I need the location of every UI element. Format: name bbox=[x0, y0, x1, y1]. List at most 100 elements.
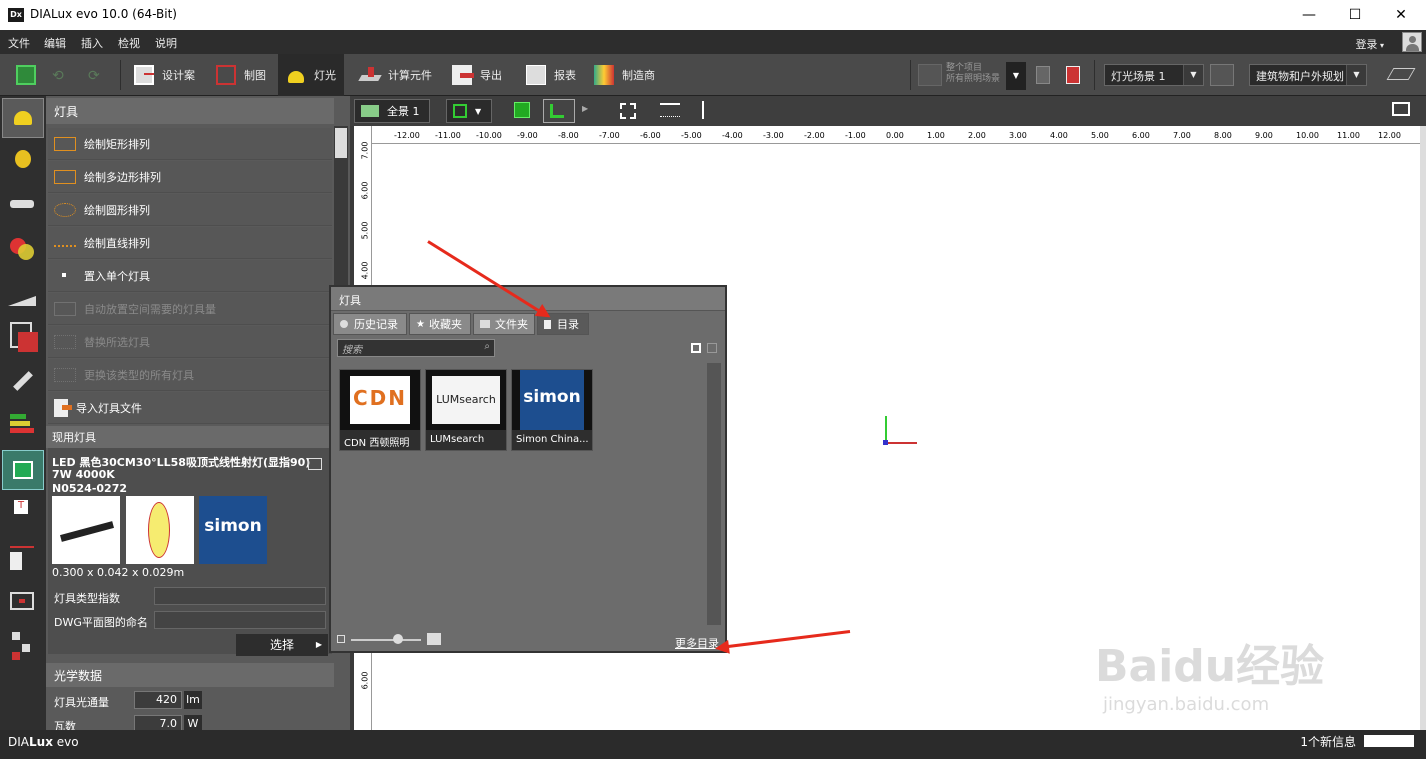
planning-mode-select[interactable]: 建筑物和户外规划 ▼ bbox=[1249, 64, 1367, 86]
delete-results-icon[interactable] bbox=[1036, 66, 1050, 84]
catalog-scrollbar[interactable] bbox=[707, 363, 721, 625]
action-single-luminaire[interactable]: 置入单个灯具 bbox=[48, 260, 332, 292]
menu-file[interactable]: 文件 bbox=[8, 35, 30, 51]
bulb-icon[interactable] bbox=[2, 142, 44, 182]
calc-settings-icon[interactable] bbox=[1066, 66, 1080, 84]
l-shape-icon bbox=[550, 104, 564, 118]
luminaire-catalog-dialog: 灯具 历史记录 ★ 收藏夹 文件夹 目录 搜索 ⌕ CDN CDN 西顿照明 LUM… bbox=[329, 285, 727, 653]
3d-solid-icon[interactable] bbox=[514, 102, 530, 118]
tab-history[interactable]: 历史记录 bbox=[333, 313, 407, 335]
room-select-icon[interactable] bbox=[2, 318, 44, 358]
aim-luminaire-icon[interactable] bbox=[2, 186, 44, 226]
floor-plan-mode-button[interactable]: ▼ bbox=[446, 99, 492, 123]
axis-icon[interactable] bbox=[702, 101, 704, 119]
menu-edit[interactable]: 编辑 bbox=[44, 35, 66, 51]
grid-view-icon[interactable] bbox=[691, 343, 701, 353]
calc-scope-dropdown[interactable]: ▼ bbox=[1006, 62, 1026, 90]
wireframe-icon[interactable] bbox=[543, 99, 575, 123]
login-menu[interactable]: 登录 bbox=[1355, 36, 1384, 52]
more-catalogs-link[interactable]: 更多目录 bbox=[675, 635, 719, 651]
dimension-line-icon[interactable] bbox=[2, 538, 44, 578]
dimming-icon[interactable] bbox=[2, 274, 44, 314]
report-icon bbox=[526, 65, 546, 85]
luminaire-code: N0524-0272 bbox=[52, 482, 128, 495]
hierarchy-icon[interactable] bbox=[2, 626, 44, 666]
light-scene-select[interactable]: 灯光场景 1 ▼ bbox=[1104, 64, 1204, 86]
type-index-label: 灯具类型指数 bbox=[54, 592, 120, 605]
ruler-tick-label: -5.00 bbox=[681, 131, 702, 140]
select-luminaire-button[interactable]: 选择 ▶ bbox=[236, 634, 328, 656]
ruler-tick-label: 1.00 bbox=[927, 131, 945, 140]
text-label-icon[interactable]: T bbox=[2, 494, 44, 534]
left-tool-strip: T bbox=[0, 96, 46, 730]
action-polygon-arrangement[interactable]: 绘制多边形排列 bbox=[48, 161, 332, 193]
view-frame-icon[interactable] bbox=[2, 582, 44, 622]
simon-logo: simon bbox=[199, 496, 267, 564]
action-line-arrangement[interactable]: 绘制直线排列 bbox=[48, 227, 332, 259]
luminaire-panel: 灯具 绘制矩形排列 绘制多边形排列 绘制圆形排列 绘制直线排列 置入单个灯具 自… bbox=[46, 96, 350, 733]
tab-folders[interactable]: 文件夹 bbox=[473, 313, 535, 335]
close-button[interactable]: ✕ bbox=[1378, 0, 1424, 30]
tab-history-label: 历史记录 bbox=[354, 318, 398, 331]
scroll-thumb[interactable] bbox=[335, 128, 347, 158]
undo-icon[interactable]: ⟲ bbox=[52, 68, 64, 84]
luminous-flux-value: 420 bbox=[134, 691, 182, 709]
slider-handle[interactable] bbox=[393, 634, 403, 644]
new-message-notice[interactable]: 1个新信息 bbox=[1300, 733, 1356, 750]
display-settings-icon[interactable] bbox=[1392, 102, 1410, 116]
ruler-tick-label: 7.00 bbox=[360, 141, 370, 160]
ruler-tick-label: -6.00 bbox=[640, 131, 661, 140]
catalog-card-simon[interactable]: simon Simon China... bbox=[511, 369, 593, 451]
start-calculation-icon[interactable] bbox=[918, 64, 942, 86]
ground-plane-icon[interactable] bbox=[1386, 68, 1416, 80]
tab-favorites[interactable]: ★ 收藏夹 bbox=[409, 313, 471, 335]
catalog-card-cdn[interactable]: CDN CDN 西顿照明 bbox=[339, 369, 421, 451]
menu-help[interactable]: 说明 bbox=[155, 35, 177, 51]
user-avatar-icon[interactable] bbox=[1402, 32, 1422, 52]
viewport-scrollbar[interactable] bbox=[1420, 126, 1426, 730]
dwg-name-input[interactable] bbox=[154, 611, 326, 629]
wrench-icon[interactable] bbox=[2, 362, 44, 402]
lumsearch-logo: LUMsearch bbox=[426, 370, 506, 430]
dwg-name-label: DWG平面图的命名 bbox=[54, 616, 148, 629]
floor-plan-icon bbox=[453, 104, 467, 118]
tab-light[interactable]: 灯光 bbox=[278, 54, 344, 96]
menu-view[interactable]: 检视 bbox=[118, 35, 140, 51]
action-rect-arrangement[interactable]: 绘制矩形排列 bbox=[48, 128, 332, 160]
action-circle-arrangement[interactable]: 绘制圆形排列 bbox=[48, 194, 332, 226]
tab-export[interactable]: 导出 bbox=[444, 54, 510, 96]
ruler-tick-label: -8.00 bbox=[558, 131, 579, 140]
action-label: 绘制直线排列 bbox=[84, 236, 150, 250]
light-color-icon[interactable] bbox=[2, 230, 44, 270]
type-index-input[interactable] bbox=[154, 587, 326, 605]
tab-calc[interactable]: 计算元件 bbox=[352, 54, 440, 96]
measure-icon[interactable] bbox=[660, 103, 680, 117]
folder-icon bbox=[480, 320, 490, 328]
menu-insert[interactable]: 插入 bbox=[81, 35, 103, 51]
energy-icon[interactable] bbox=[2, 406, 44, 446]
chevron-right-icon[interactable]: ▶ bbox=[582, 104, 588, 113]
luminaire-tool-icon[interactable] bbox=[2, 98, 44, 138]
history-icon bbox=[340, 320, 348, 328]
tab-drawing[interactable]: 制图 bbox=[208, 54, 274, 96]
tab-manufacturer[interactable]: 制造商 bbox=[586, 54, 663, 96]
list-view-icon[interactable] bbox=[707, 343, 717, 353]
tab-report[interactable]: 报表 bbox=[518, 54, 584, 96]
action-import-file[interactable]: 导入灯具文件 bbox=[48, 392, 332, 424]
maximize-button[interactable]: ☐ bbox=[1332, 0, 1378, 30]
ruler-tick-label: -12.00 bbox=[394, 131, 420, 140]
emergency-light-icon[interactable] bbox=[2, 450, 44, 490]
tab-calc-label: 计算元件 bbox=[388, 69, 432, 82]
tab-design[interactable]: 设计案 bbox=[126, 54, 203, 96]
redo-icon[interactable]: ⟳ bbox=[88, 68, 100, 84]
view-select-button[interactable]: 全景 1 bbox=[354, 99, 430, 123]
catalog-card-lumsearch[interactable]: LUMsearch LUMsearch bbox=[425, 369, 507, 451]
thumbnail-size-slider[interactable] bbox=[351, 639, 421, 641]
light-scene-monitor-icon[interactable] bbox=[1210, 64, 1234, 86]
calc-scope-line2: 所有照明场景 bbox=[946, 74, 1001, 84]
catalog-search-input[interactable]: 搜索 ⌕ bbox=[337, 339, 495, 357]
luminaire-info-icon[interactable] bbox=[308, 458, 322, 470]
save-icon[interactable] bbox=[16, 65, 36, 85]
fit-view-icon[interactable] bbox=[620, 103, 636, 119]
minimize-button[interactable]: — bbox=[1286, 0, 1332, 30]
